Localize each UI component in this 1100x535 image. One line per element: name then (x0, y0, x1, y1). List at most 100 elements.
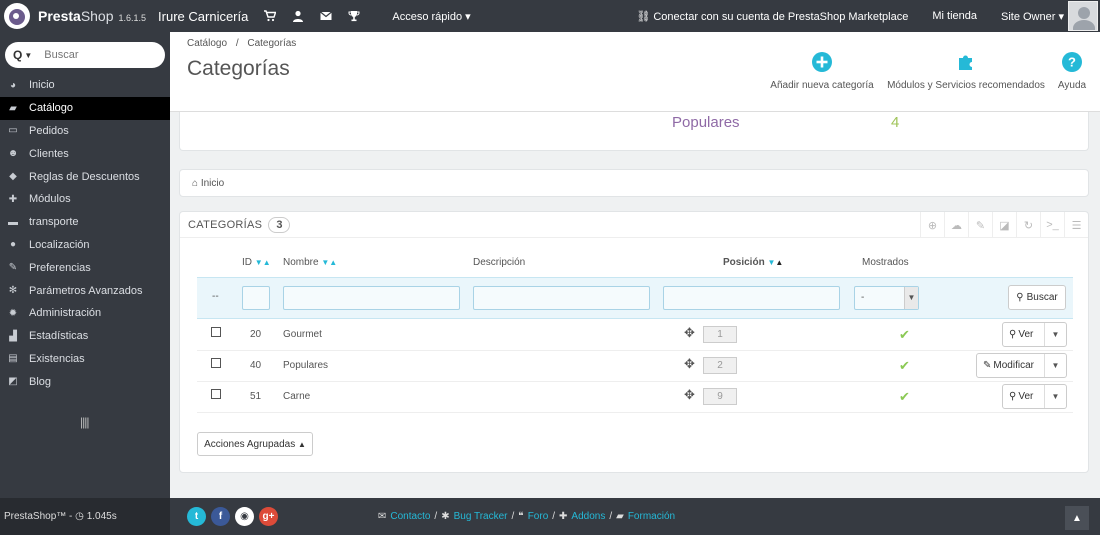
sidebar-item-clientes[interactable]: ☻ Clientes (0, 142, 170, 165)
row-checkbox[interactable] (211, 327, 221, 337)
user-menu[interactable]: Site Owner ▾ (1001, 10, 1064, 23)
bug-tracker-link[interactable]: Bug Tracker (454, 511, 508, 522)
user-icon[interactable] (292, 10, 304, 22)
sidebar-item-transporte[interactable]: ▬ transporte (0, 211, 170, 234)
row-id: 40 (250, 360, 262, 371)
filter-shown-select[interactable]: - ▼ (854, 286, 919, 310)
facebook-icon[interactable]: f (211, 507, 230, 526)
caret-down-icon[interactable]: ▼ (1044, 354, 1066, 377)
sort-up-icon[interactable]: ▲ (263, 258, 271, 267)
drag-move-icon[interactable]: ✥ (684, 325, 695, 341)
caret-down-icon[interactable]: ▼ (1044, 323, 1066, 346)
sidebar-item-preferencias[interactable]: ✎ Preferencias (0, 256, 170, 279)
filter-id-input[interactable] (242, 286, 270, 310)
category-breadcrumb[interactable]: ⌂ Inicio (192, 178, 224, 189)
recommended-modules-button[interactable]: Módulos y Servicios recomendados (884, 52, 1048, 91)
sort-up-icon[interactable]: ▲ (329, 258, 337, 267)
sidebar-collapse-icon[interactable]: |||| (80, 415, 90, 429)
column-header-id[interactable]: ID ▼▲ (242, 257, 271, 268)
users-icon: ☻ (7, 148, 19, 160)
scroll-to-top-button[interactable]: ▲ (1065, 506, 1089, 530)
breadcrumb-catalogo[interactable]: Catálogo (187, 38, 227, 49)
row-checkbox[interactable] (211, 358, 221, 368)
marketplace-link[interactable]: ⛓ Conectar con su cuenta de PrestaShop M… (636, 10, 908, 23)
google-plus-icon[interactable]: g+ (259, 507, 278, 526)
addons-link[interactable]: Addons (571, 511, 605, 522)
footer-info: PrestaShop™ - ◷ 1.045s (0, 498, 170, 535)
view-button[interactable]: ⚲ Ver ▼ (1002, 384, 1067, 409)
add-category-button[interactable]: Añadir nueva categoría (768, 52, 876, 91)
store-name[interactable]: Irure Carnicería (158, 9, 248, 24)
trophy-icon[interactable] (348, 10, 360, 22)
sidebar-item-estadisticas[interactable]: ▟ Estadísticas (0, 325, 170, 348)
twitter-icon[interactable]: t (187, 507, 206, 526)
row-checkbox[interactable] (211, 389, 221, 399)
logo[interactable]: PrestaShop 1.6.1.5 (0, 0, 146, 32)
export-icon[interactable]: ◪ (992, 212, 1016, 238)
check-icon[interactable]: ✔ (899, 358, 910, 374)
cart-icon[interactable] (264, 10, 277, 22)
forum-link[interactable]: Foro (528, 511, 549, 522)
sidebar-item-existencias[interactable]: ▤ Existencias (0, 348, 170, 371)
cloud-upload-icon[interactable]: ☁ (944, 212, 968, 238)
add-icon[interactable]: ⊕ (920, 212, 944, 238)
contact-link[interactable]: Contacto (390, 511, 430, 522)
categories-list-panel: Categorías 3 ⊕ ☁ ✎ ◪ ↻ >_ ☰ ID ▼▲ Nombre… (179, 211, 1089, 473)
caret-up-icon: ▲ (298, 439, 306, 449)
clock-icon: ◷ (75, 511, 84, 522)
search-input[interactable] (44, 49, 145, 61)
github-icon[interactable]: ◉ (235, 507, 254, 526)
sidebar-item-localizacion[interactable]: ● Localización (0, 234, 170, 257)
edit-icon[interactable]: ✎ (968, 212, 992, 238)
table-row: 51 Carne ✥ 9 ✔ ⚲ Ver ▼ (197, 382, 1073, 413)
sidebar-item-modulos[interactable]: ✚ Módulos (0, 188, 170, 211)
refresh-icon[interactable]: ↻ (1016, 212, 1040, 238)
column-header-position[interactable]: Posición ▼▲ (723, 257, 783, 268)
sort-down-icon[interactable]: ▼ (255, 258, 263, 267)
brand-name: PrestaShop (38, 8, 114, 24)
training-link[interactable]: Formación (628, 511, 675, 522)
quick-access-menu[interactable]: Acceso rápido ▾ (392, 10, 470, 23)
search-icon[interactable]: Q (13, 48, 22, 62)
bulk-actions-button[interactable]: Acciones Agrupadas ▲ (197, 432, 313, 456)
edit-icon: ◩ (8, 376, 18, 388)
drag-move-icon[interactable]: ✥ (684, 356, 695, 372)
filter-position-input[interactable] (663, 286, 840, 310)
caret-down-icon[interactable]: ▼ (24, 51, 32, 60)
zoom-icon: ⚲ (1009, 391, 1017, 402)
check-icon[interactable]: ✔ (899, 389, 910, 405)
row-id: 20 (250, 329, 262, 340)
sidebar-item-inicio[interactable]: ◕ Inicio (0, 74, 170, 97)
sidebar-item-blog[interactable]: ◩ Blog (0, 370, 170, 393)
footer: PrestaShop™ - ◷ 1.045s t f ◉ g+ ✉ Contact… (0, 498, 1100, 535)
filter-description-input[interactable] (473, 286, 650, 310)
drag-move-icon[interactable]: ✥ (684, 387, 695, 403)
sidebar-item-parametros-avanzados[interactable]: ✻ Parámetros Avanzados (0, 279, 170, 302)
sidebar-item-catalogo[interactable]: ▰ Catálogo (0, 96, 170, 120)
filter-name-input[interactable] (283, 286, 460, 310)
sql-terminal-icon[interactable]: >_ (1040, 212, 1064, 238)
column-header-name[interactable]: Nombre ▼▲ (283, 257, 337, 268)
chevron-down-icon: ▼ (904, 287, 918, 309)
check-icon[interactable]: ✔ (899, 327, 910, 343)
view-button[interactable]: ⚲ Ver ▼ (1002, 322, 1067, 347)
edit-button[interactable]: ✎ Modificar ▼ (976, 353, 1067, 378)
breadcrumb-categorias[interactable]: Categorías (247, 38, 296, 49)
stock-icon: ▤ (8, 353, 18, 365)
sidebar-item-reglas-descuentos[interactable]: ◆ Reglas de Descuentos (0, 165, 170, 188)
search-button[interactable]: ⚲ Buscar (1008, 285, 1066, 310)
help-button[interactable]: ? Ayuda (1054, 52, 1090, 91)
avatar[interactable] (1068, 1, 1098, 31)
database-icon[interactable]: ☰ (1064, 212, 1088, 238)
kpi-panel: Populares 4 (179, 112, 1089, 151)
category-breadcrumb-panel: ⌂ Inicio (179, 169, 1089, 197)
puzzle-icon (959, 55, 972, 70)
my-store-link[interactable]: Mi tienda (932, 10, 977, 22)
sidebar-item-pedidos[interactable]: ▭ Pedidos (0, 120, 170, 143)
caret-down-icon[interactable]: ▼ (1044, 385, 1066, 408)
sidebar-item-administracion[interactable]: ✹ Administración (0, 302, 170, 325)
row-name: Populares (283, 360, 329, 371)
sort-up-active-icon[interactable]: ▲ (775, 258, 783, 267)
envelope-icon[interactable] (320, 10, 333, 22)
table-row: 40 Populares ✥ 2 ✔ ✎ Modificar ▼ (197, 351, 1073, 382)
